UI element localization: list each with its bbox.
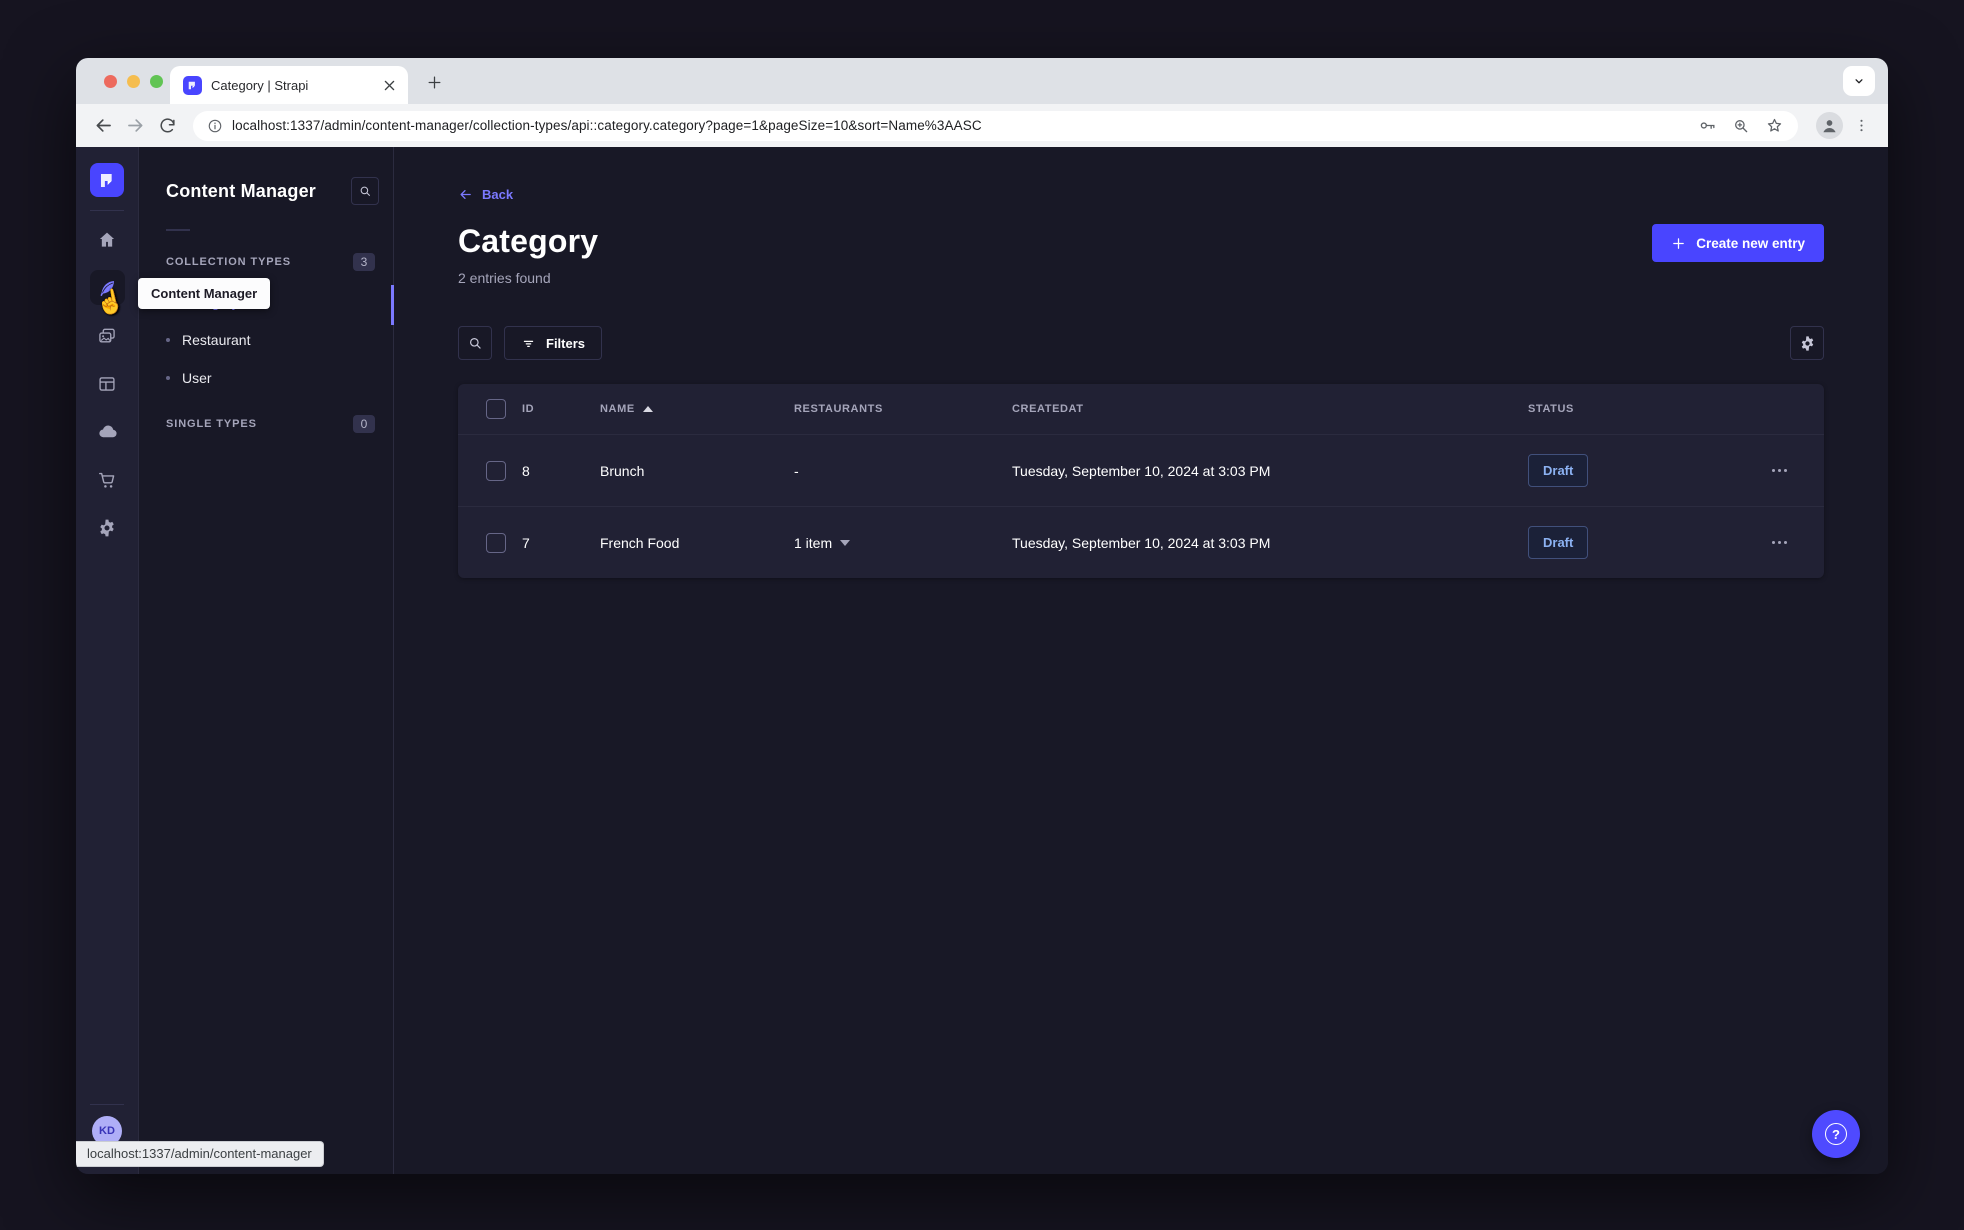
table-settings-gear-icon[interactable] bbox=[1790, 326, 1824, 360]
column-header-createdat[interactable]: CREATEDAT bbox=[1012, 403, 1528, 415]
table-row[interactable]: 8 Brunch - Tuesday, September 10, 2024 a… bbox=[458, 434, 1824, 506]
row-checkbox[interactable] bbox=[486, 460, 506, 481]
sidebar-item-label: User bbox=[182, 370, 212, 386]
back-nav-icon[interactable] bbox=[89, 112, 117, 140]
browser-profile-icon[interactable] bbox=[1816, 112, 1843, 139]
subnav-title: Content Manager bbox=[166, 180, 317, 201]
site-info-icon[interactable] bbox=[207, 118, 223, 134]
chevron-down-icon[interactable] bbox=[840, 539, 851, 546]
strapi-logo-icon[interactable] bbox=[90, 163, 124, 197]
strapi-app: KD Content Manager COLLECTION TYPES 3 Ca… bbox=[76, 147, 1888, 1174]
browser-menu-icon[interactable] bbox=[1847, 112, 1875, 140]
question-icon: ? bbox=[1825, 1123, 1847, 1145]
bullet-icon bbox=[166, 338, 170, 342]
settings-gear-icon[interactable] bbox=[90, 510, 125, 545]
link-status-bubble: localhost:1337/admin/content-manager bbox=[76, 1141, 324, 1167]
column-header-id[interactable]: ID bbox=[522, 403, 600, 415]
single-types-section: SINGLE TYPES 0 bbox=[139, 403, 393, 445]
sidebar-item-label: Restaurant bbox=[182, 332, 251, 348]
table-search-icon[interactable] bbox=[458, 326, 492, 360]
row-actions-icon[interactable] bbox=[1734, 469, 1824, 472]
collection-types-label: COLLECTION TYPES bbox=[166, 256, 292, 268]
rail-divider bbox=[90, 210, 124, 211]
table-row[interactable]: 7 French Food 1 item Tuesday, September … bbox=[458, 506, 1824, 578]
content-type-builder-icon[interactable] bbox=[90, 366, 125, 401]
minimize-window-button[interactable] bbox=[127, 75, 140, 88]
maximize-window-button[interactable] bbox=[150, 75, 163, 88]
main-content: Back Category Create new entry 2 entries… bbox=[394, 147, 1888, 1174]
collection-types-count-badge: 3 bbox=[353, 253, 375, 271]
subnav-divider bbox=[166, 229, 190, 231]
rail-icons bbox=[89, 222, 125, 545]
omnibox-actions bbox=[1698, 116, 1784, 135]
cell-name: Brunch bbox=[600, 462, 645, 479]
browser-toolbar: localhost:1337/admin/content-manager/col… bbox=[76, 104, 1888, 147]
active-item-indicator bbox=[391, 285, 394, 325]
entries-count: 2 entries found bbox=[458, 270, 551, 286]
column-header-status[interactable]: STATUS bbox=[1528, 403, 1734, 415]
cell-id: 7 bbox=[522, 534, 530, 551]
sidebar-item-user[interactable]: User bbox=[139, 359, 393, 397]
zoom-in-icon[interactable] bbox=[1732, 117, 1750, 135]
column-header-restaurants[interactable]: RESTAURANTS bbox=[794, 403, 1012, 415]
close-window-button[interactable] bbox=[104, 75, 117, 88]
row-checkbox[interactable] bbox=[486, 532, 506, 553]
back-link[interactable]: Back bbox=[458, 187, 513, 202]
bullet-icon bbox=[166, 376, 170, 380]
bookmark-star-icon[interactable] bbox=[1765, 116, 1784, 135]
browser-tab-strip: Category | Strapi bbox=[76, 58, 1888, 104]
select-all-checkbox[interactable] bbox=[486, 399, 506, 419]
media-library-icon[interactable] bbox=[90, 318, 125, 353]
cell-name: French Food bbox=[600, 534, 680, 551]
filters-button[interactable]: Filters bbox=[504, 326, 603, 360]
filter-icon bbox=[523, 340, 534, 347]
status-badge: Draft bbox=[1528, 526, 1589, 559]
rail-bottom-divider bbox=[90, 1104, 124, 1105]
plus-icon bbox=[1673, 237, 1685, 249]
tab-search-chevron-icon[interactable] bbox=[1843, 66, 1875, 96]
cell-restaurants: - bbox=[794, 462, 799, 479]
window-controls bbox=[104, 75, 163, 88]
address-bar[interactable]: localhost:1337/admin/content-manager/col… bbox=[193, 110, 1798, 141]
page-title: Category bbox=[458, 223, 599, 259]
cell-createdat: Tuesday, September 10, 2024 at 3:03 PM bbox=[1012, 534, 1271, 551]
url-text[interactable]: localhost:1337/admin/content-manager/col… bbox=[232, 118, 1689, 133]
content-manager-tooltip: Content Manager bbox=[138, 278, 271, 309]
new-tab-button[interactable] bbox=[424, 72, 444, 92]
arrow-left-icon bbox=[460, 190, 471, 199]
row-actions-icon[interactable] bbox=[1734, 541, 1824, 544]
entries-table: ID NAME RESTAURANTS CREATEDAT STATUS 8 B… bbox=[458, 384, 1824, 578]
reload-icon[interactable] bbox=[153, 112, 181, 140]
table-header-row: ID NAME RESTAURANTS CREATEDAT STATUS bbox=[458, 384, 1824, 434]
cell-id: 8 bbox=[522, 462, 530, 479]
create-new-entry-button[interactable]: Create new entry bbox=[1652, 224, 1824, 262]
collection-types-section: COLLECTION TYPES 3 bbox=[139, 241, 393, 283]
password-key-icon[interactable] bbox=[1698, 116, 1717, 135]
strapi-favicon-icon bbox=[183, 75, 202, 95]
column-header-name[interactable]: NAME bbox=[600, 403, 794, 415]
status-badge: Draft bbox=[1528, 454, 1589, 487]
single-types-label: SINGLE TYPES bbox=[166, 418, 257, 430]
subnav-search-icon[interactable] bbox=[351, 177, 379, 205]
tab-title: Category | Strapi bbox=[211, 77, 309, 93]
cell-restaurants[interactable]: 1 item bbox=[794, 535, 1012, 551]
browser-tab[interactable]: Category | Strapi bbox=[170, 66, 408, 104]
forward-nav-icon[interactable] bbox=[121, 112, 149, 140]
sort-asc-icon[interactable] bbox=[642, 406, 653, 412]
marketplace-cart-icon[interactable] bbox=[90, 462, 125, 497]
tab-close-icon[interactable] bbox=[380, 76, 398, 94]
cloud-icon[interactable] bbox=[90, 414, 125, 449]
help-button[interactable]: ? bbox=[1812, 1110, 1860, 1158]
home-icon[interactable] bbox=[90, 222, 125, 257]
sidebar-item-restaurant[interactable]: Restaurant bbox=[139, 321, 393, 359]
cell-createdat: Tuesday, September 10, 2024 at 3:03 PM bbox=[1012, 462, 1271, 479]
single-types-count-badge: 0 bbox=[353, 415, 375, 433]
browser-window: Category | Strapi localhost:1337/admin/c… bbox=[76, 58, 1888, 1174]
